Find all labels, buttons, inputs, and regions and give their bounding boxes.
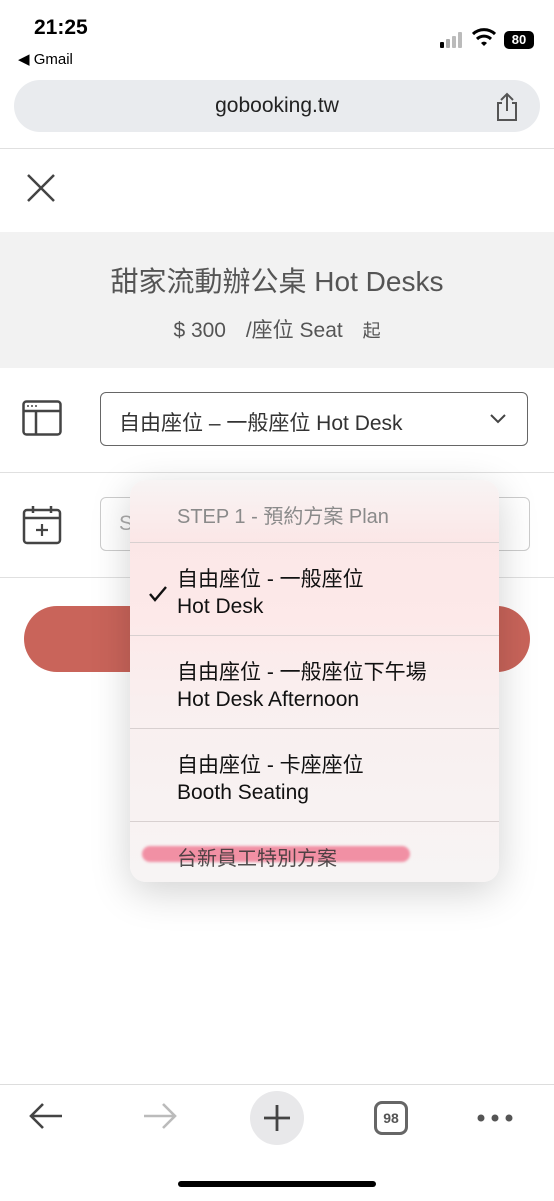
option-label-en: Booth Seating bbox=[177, 781, 309, 804]
address-bar[interactable]: gobooking.tw bbox=[14, 80, 540, 132]
back-to-gmail-link[interactable]: ◀ Gmail bbox=[18, 50, 73, 68]
wifi-icon bbox=[472, 28, 496, 46]
forward-arrow-icon[interactable] bbox=[142, 1101, 178, 1131]
dropdown-header: STEP 1 - 預約方案 Plan bbox=[130, 480, 499, 542]
plan-dropdown-menu: STEP 1 - 預約方案 Plan 自由座位 - 一般座位 Hot Desk … bbox=[130, 480, 499, 882]
dropdown-option-special-plan[interactable]: 台新員工特別方案 bbox=[130, 822, 499, 882]
plan-select-value: 自由座位 – 一般座位 Hot Desk bbox=[119, 412, 403, 435]
plan-row: 自由座位 – 一般座位 Hot Desk bbox=[0, 368, 554, 472]
tab-count-button[interactable]: 98 bbox=[374, 1101, 408, 1135]
browser-toolbar: 98 bbox=[0, 1084, 554, 1201]
product-header: 甜家流動辦公桌 Hot Desks $ 300 /座位 Seat 起 bbox=[0, 232, 554, 368]
status-bar: 21:25 ◀ Gmail 80 bbox=[0, 0, 554, 76]
dropdown-option-hot-desk-afternoon[interactable]: 自由座位 - 一般座位下午場 Hot Desk Afternoon bbox=[130, 636, 499, 728]
option-label-zh: 台新員工特別方案 bbox=[177, 848, 337, 870]
product-price: $ 300 /座位 Seat 起 bbox=[0, 314, 554, 344]
battery-indicator: 80 bbox=[504, 31, 534, 49]
close-row bbox=[0, 149, 554, 231]
price-value: $ 300 bbox=[173, 319, 226, 342]
calendar-add-icon bbox=[22, 506, 62, 545]
layout-icon bbox=[22, 400, 62, 436]
new-tab-button[interactable] bbox=[250, 1091, 304, 1145]
dropdown-option-booth-seating[interactable]: 自由座位 - 卡座座位 Booth Seating bbox=[130, 729, 499, 821]
signal-icon bbox=[440, 32, 466, 48]
plus-icon bbox=[264, 1105, 290, 1131]
option-label-zh: 自由座位 - 一般座位下午場 bbox=[177, 661, 427, 684]
url-text[interactable]: gobooking.tw bbox=[14, 94, 540, 118]
price-unit: /座位 Seat bbox=[245, 319, 343, 342]
home-indicator bbox=[178, 1181, 376, 1187]
option-label-zh: 自由座位 - 一般座位 bbox=[177, 568, 364, 591]
checkmark-icon bbox=[149, 586, 167, 602]
plan-select[interactable]: 自由座位 – 一般座位 Hot Desk bbox=[100, 392, 528, 446]
chevron-down-icon bbox=[490, 414, 506, 424]
option-label-en: Hot Desk bbox=[177, 595, 264, 618]
close-icon[interactable] bbox=[26, 173, 56, 203]
option-label-en: Hot Desk Afternoon bbox=[177, 688, 360, 711]
price-from: 起 bbox=[362, 321, 381, 341]
more-icon[interactable] bbox=[476, 1113, 514, 1123]
option-label-zh: 自由座位 - 卡座座位 bbox=[177, 754, 364, 777]
back-arrow-icon[interactable] bbox=[28, 1101, 64, 1131]
product-title: 甜家流動辦公桌 Hot Desks bbox=[110, 266, 444, 297]
clock: 21:25 bbox=[34, 16, 88, 39]
dropdown-option-hot-desk[interactable]: 自由座位 - 一般座位 Hot Desk bbox=[130, 543, 499, 635]
share-icon[interactable] bbox=[494, 92, 520, 122]
dropdown-header-text: STEP 1 - 預約方案 Plan bbox=[177, 506, 389, 528]
